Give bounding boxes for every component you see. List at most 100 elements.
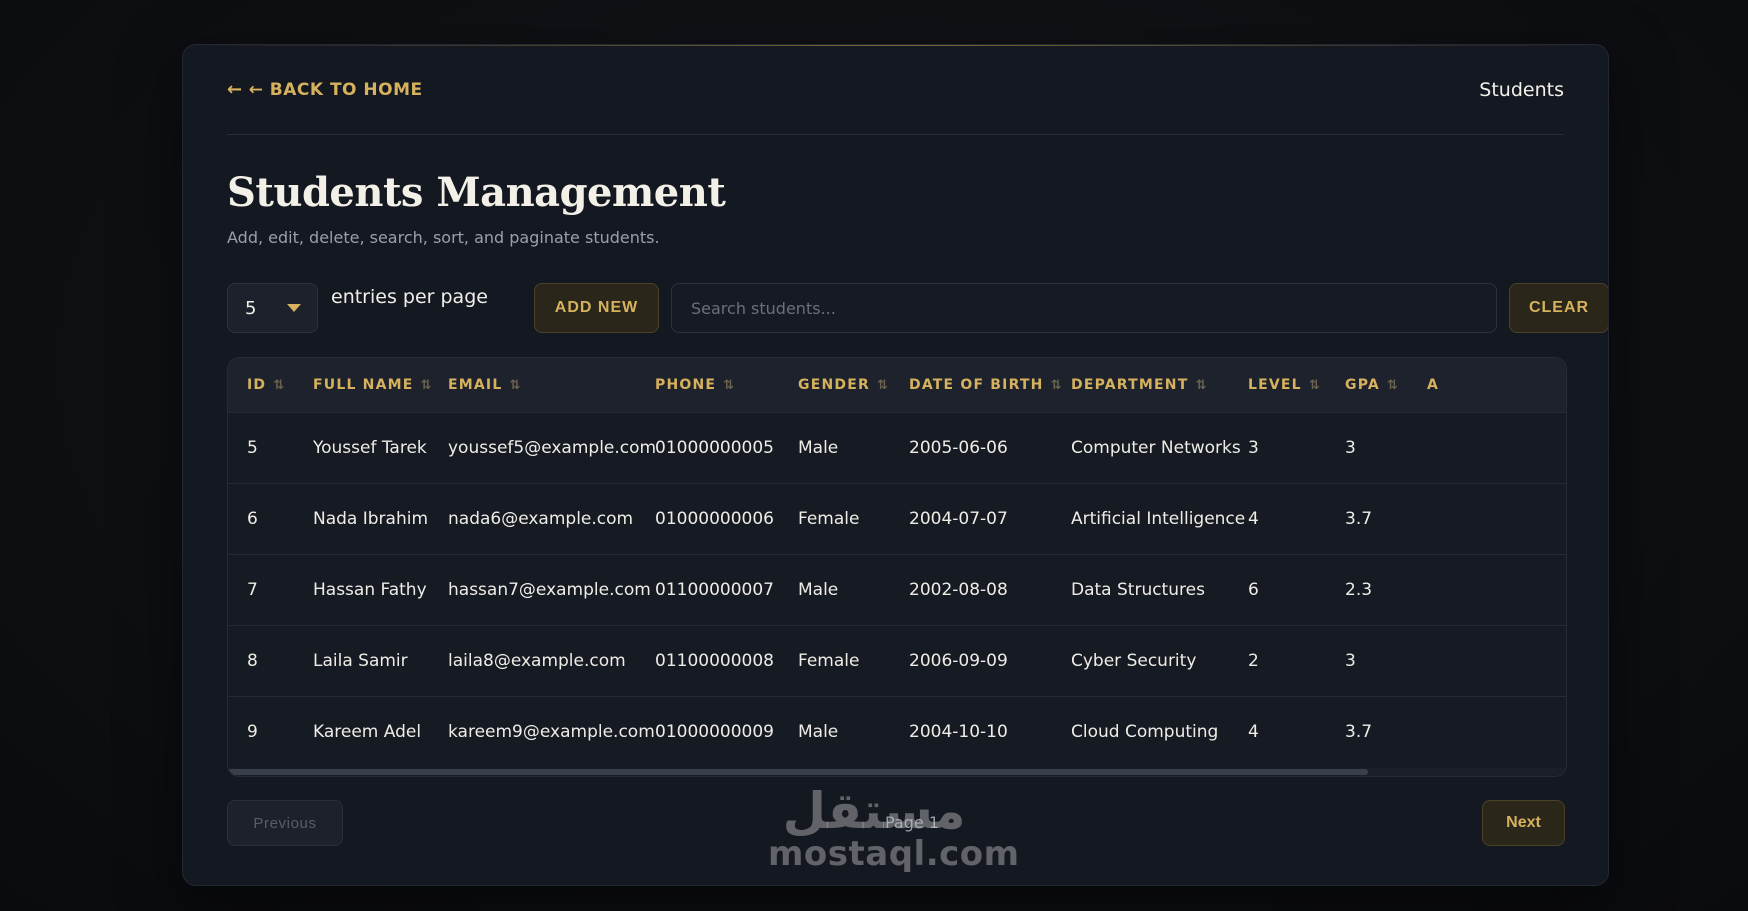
- column-header-label: FULL NAME: [313, 376, 414, 393]
- cell-id: 7: [247, 579, 258, 600]
- cell-id: 5: [247, 437, 258, 458]
- sort-icon: ⇅: [1050, 377, 1063, 393]
- caret-down-icon: [287, 304, 301, 312]
- add-new-button[interactable]: ADD NEW: [534, 283, 659, 333]
- cell-level: 3: [1248, 437, 1259, 458]
- cell-phone: 01100000007: [655, 579, 774, 600]
- top-bar: ← ← BACK TO HOME Students: [227, 45, 1564, 135]
- entries-per-page-select[interactable]: 5: [227, 283, 318, 333]
- cell-gender: Female: [798, 508, 860, 529]
- back-to-home-link[interactable]: ← ← BACK TO HOME: [227, 79, 423, 100]
- page-title: Students Management: [227, 169, 726, 216]
- column-header-id[interactable]: ID ⇅: [228, 358, 294, 412]
- table-row: 7 Hassan Fathy hassan7@example.com 01100…: [228, 554, 1566, 625]
- sort-icon: ⇅: [1308, 377, 1321, 393]
- cell-email: nada6@example.com: [448, 508, 634, 529]
- cell-gender: Male: [798, 721, 839, 742]
- cell-date-of-birth: 2005-06-06: [909, 437, 1008, 458]
- column-header-email[interactable]: EMAIL ⇅: [429, 358, 636, 412]
- cell-level: 2: [1248, 650, 1259, 671]
- cell-actions: [1408, 696, 1566, 767]
- cell-id: 9: [247, 721, 258, 742]
- sort-icon: ⇅: [1386, 377, 1399, 393]
- back-to-home-label: ← BACK TO HOME: [248, 79, 423, 100]
- column-header-gpa[interactable]: GPA ⇅: [1326, 358, 1408, 412]
- column-header-label: GPA: [1345, 376, 1380, 393]
- column-header-full-name[interactable]: FULL NAME ⇅: [294, 358, 431, 412]
- sort-icon: ⇅: [723, 377, 736, 393]
- cell-phone: 01000000006: [655, 508, 774, 529]
- cell-full-name: Kareem Adel: [313, 721, 422, 742]
- cell-department: Cyber Security: [1071, 650, 1197, 671]
- cell-email: hassan7@example.com: [448, 579, 651, 600]
- clear-button[interactable]: CLEAR: [1509, 283, 1608, 333]
- entries-per-page-label: entries per page: [331, 286, 488, 308]
- search-input[interactable]: [671, 283, 1497, 333]
- arrow-left-icon: ←: [227, 79, 243, 100]
- table-row: 6 Nada Ibrahim nada6@example.com 0100000…: [228, 483, 1566, 554]
- students-card: ← ← BACK TO HOME Students Students Manag…: [182, 44, 1609, 886]
- cell-gpa: 3.7: [1345, 508, 1373, 529]
- sort-icon: ⇅: [420, 377, 433, 393]
- cell-date-of-birth: 2006-09-09: [909, 650, 1008, 671]
- cell-department: Cloud Computing: [1071, 721, 1219, 742]
- column-header-label: ID: [247, 376, 267, 393]
- column-header-label: PHONE: [655, 376, 717, 393]
- cell-gender: Female: [798, 650, 860, 671]
- cell-email: youssef5@example.com: [448, 437, 657, 458]
- cell-level: 4: [1248, 721, 1259, 742]
- cell-full-name: Youssef Tarek: [313, 437, 427, 458]
- column-header-department[interactable]: DEPARTMENT ⇅: [1052, 358, 1229, 412]
- entries-per-page-value: 5: [245, 297, 257, 319]
- page-indicator: Page 1: [885, 813, 939, 832]
- page-subtitle: Add, edit, delete, search, sort, and pag…: [227, 228, 660, 247]
- cell-date-of-birth: 2002-08-08: [909, 579, 1008, 600]
- cell-phone: 01000000009: [655, 721, 774, 742]
- cell-phone: 01000000005: [655, 437, 774, 458]
- cell-gender: Male: [798, 437, 839, 458]
- cell-gpa: 3: [1345, 437, 1356, 458]
- column-header-label: DEPARTMENT: [1071, 376, 1189, 393]
- cell-date-of-birth: 2004-10-10: [909, 721, 1008, 742]
- cell-full-name: Nada Ibrahim: [313, 508, 429, 529]
- table-row: 9 Kareem Adel kareem9@example.com 010000…: [228, 696, 1566, 767]
- column-header-label: EMAIL: [448, 376, 503, 393]
- column-header-phone[interactable]: PHONE ⇅: [636, 358, 779, 412]
- column-header-gender[interactable]: GENDER ⇅: [779, 358, 890, 412]
- sort-icon: ⇅: [1195, 377, 1208, 393]
- column-header-label: A: [1427, 376, 1440, 393]
- cell-id: 8: [247, 650, 258, 671]
- cell-actions: [1408, 554, 1566, 625]
- cell-actions: [1408, 412, 1566, 483]
- cell-actions: [1408, 483, 1566, 554]
- scrollbar-thumb[interactable]: [228, 769, 1368, 775]
- cell-level: 6: [1248, 579, 1259, 600]
- column-header-label: DATE OF BIRTH: [909, 376, 1044, 393]
- cell-email: kareem9@example.com: [448, 721, 655, 742]
- students-table: ID ⇅ FULL NAME ⇅ EMAIL ⇅ PHONE ⇅ GENDER ⇅ DAT…: [228, 358, 1566, 767]
- sort-icon: ⇅: [273, 377, 286, 393]
- next-button[interactable]: Next: [1482, 800, 1565, 846]
- column-header-date-of-birth[interactable]: DATE OF BIRTH ⇅: [890, 358, 1061, 412]
- previous-button[interactable]: Previous: [227, 800, 343, 846]
- column-header-label: LEVEL: [1248, 376, 1302, 393]
- cell-full-name: Hassan Fathy: [313, 579, 427, 600]
- cell-id: 6: [247, 508, 258, 529]
- cell-full-name: Laila Samir: [313, 650, 408, 671]
- horizontal-scrollbar[interactable]: [228, 768, 1566, 776]
- breadcrumb: Students: [1479, 78, 1564, 101]
- column-header-actions[interactable]: A: [1408, 358, 1566, 412]
- cell-date-of-birth: 2004-07-07: [909, 508, 1008, 529]
- column-header-label: GENDER: [798, 376, 870, 393]
- sort-icon: ⇅: [509, 377, 522, 393]
- cell-gpa: 3: [1345, 650, 1356, 671]
- cell-department: Artificial Intelligence: [1071, 508, 1246, 529]
- table-row: 8 Laila Samir laila8@example.com 0110000…: [228, 625, 1566, 696]
- column-header-level[interactable]: LEVEL ⇅: [1229, 358, 1326, 412]
- sort-icon: ⇅: [876, 377, 890, 393]
- students-table-container: ID ⇅ FULL NAME ⇅ EMAIL ⇅ PHONE ⇅ GENDER ⇅ DAT…: [227, 357, 1567, 777]
- table-header-row: ID ⇅ FULL NAME ⇅ EMAIL ⇅ PHONE ⇅ GENDER ⇅ DAT…: [228, 358, 1566, 412]
- table-row: 5 Youssef Tarek youssef5@example.com 010…: [228, 412, 1566, 483]
- cell-department: Data Structures: [1071, 579, 1205, 600]
- cell-gpa: 3.7: [1345, 721, 1373, 742]
